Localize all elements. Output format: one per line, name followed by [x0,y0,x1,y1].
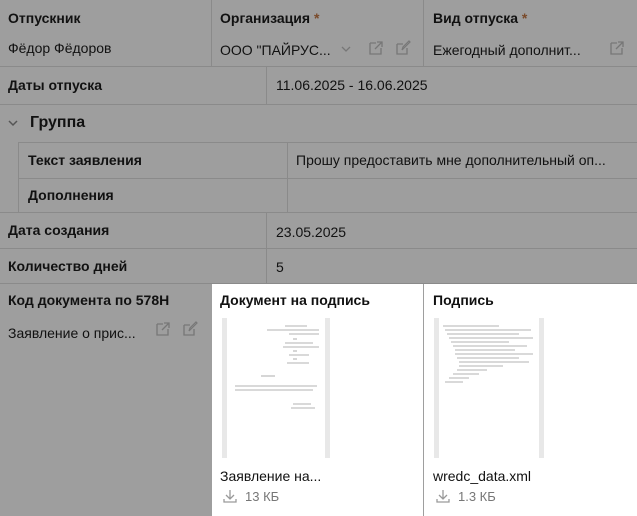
organization-value[interactable]: ООО "ПАЙРУС... [220,42,338,58]
file-title: Подпись [433,292,494,308]
file-size: 1.3 КБ [458,489,496,504]
col-divider [266,212,267,283]
leave-dates-value[interactable]: 11.06.2025 - 16.06.2025 [276,77,428,93]
organization-label: Организация * [220,10,320,26]
col-divider [18,142,19,212]
required-mark: * [521,10,528,26]
row-divider [18,178,637,179]
created-date-label: Дата создания [8,222,110,238]
document-preview-lines [443,325,533,383]
created-date-value[interactable]: 23.05.2025 [276,224,346,240]
download-icon[interactable] [435,488,451,504]
open-external-icon[interactable] [368,40,384,56]
file-size: 13 КБ [245,489,280,504]
col-divider [266,66,267,104]
chevron-down-icon[interactable] [8,118,18,128]
document-preview[interactable] [222,318,330,458]
open-external-icon[interactable] [609,40,625,56]
document-preview-lines [235,325,319,409]
edit-icon[interactable] [395,40,411,56]
days-count-value[interactable]: 5 [276,259,284,275]
file-card-signing-doc[interactable]: Документ на подпись Заявление на... 13 К… [212,284,423,516]
row-divider [0,66,637,67]
open-external-icon[interactable] [155,321,171,337]
doc-code-value[interactable]: Заявление о прис... [8,325,144,341]
file-name[interactable]: wredc_data.xml [433,468,623,484]
leave-type-value[interactable]: Ежегодный дополнит... [433,42,603,58]
additions-label: Дополнения [28,187,114,203]
file-card-signature[interactable]: Подпись wredc_data.xml 1.3 КБ [424,284,637,516]
row-divider [0,248,637,249]
download-icon[interactable] [222,488,238,504]
application-text-label: Текст заявления [28,152,142,168]
required-mark: * [313,10,320,26]
employee-value[interactable]: Фёдор Фёдоров [8,40,203,56]
col-divider [287,142,288,212]
row-divider [18,142,637,143]
file-title: Документ на подпись [220,292,370,308]
row-divider [0,104,637,105]
col-divider [423,0,424,66]
edit-icon[interactable] [182,321,198,337]
leave-dates-label: Даты отпуска [8,77,102,93]
employee-label: Отпускник [8,10,81,26]
application-text-value[interactable]: Прошу предоставить мне дополнительный оп… [296,152,629,168]
doc-code-label: Код документа по 578Н [8,292,170,308]
row-divider [0,212,637,213]
days-count-label: Количество дней [8,258,128,274]
file-name[interactable]: Заявление на... [220,468,410,484]
col-divider [211,0,212,66]
leave-type-label: Вид отпуска * [433,10,528,26]
document-preview[interactable] [434,318,544,458]
chevron-down-icon[interactable] [341,44,351,54]
group-title[interactable]: Группа [30,114,85,132]
